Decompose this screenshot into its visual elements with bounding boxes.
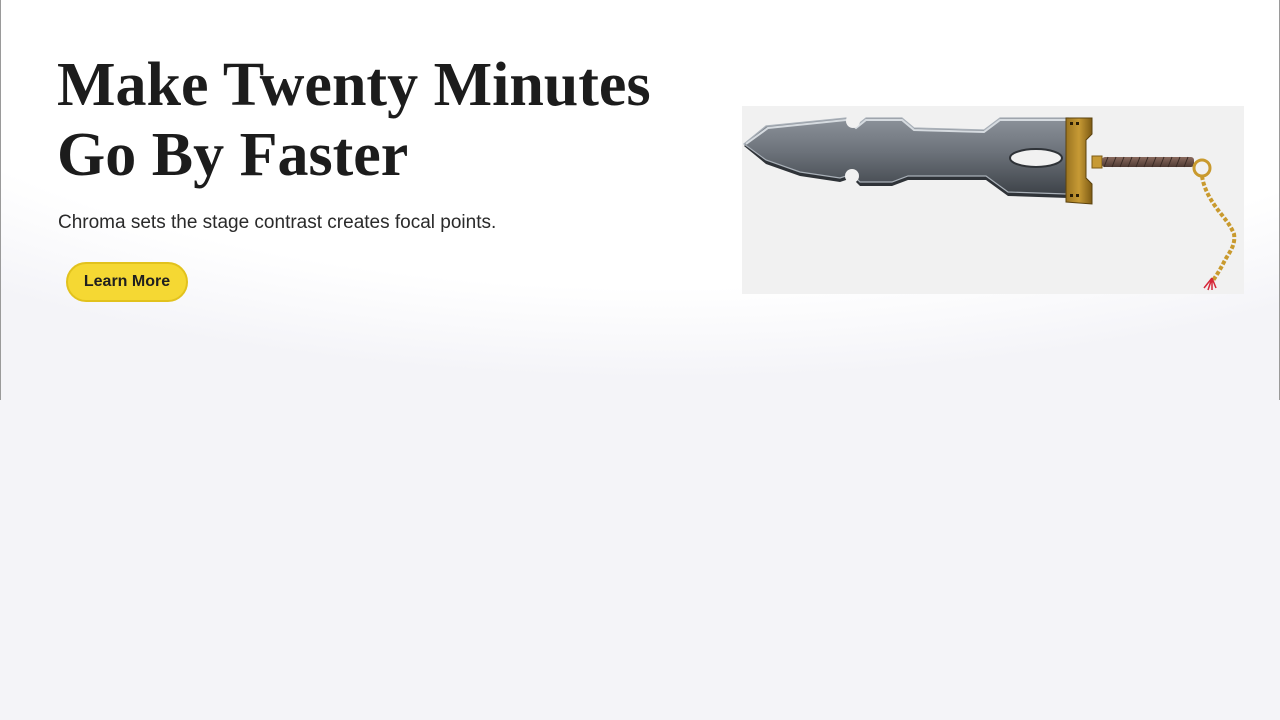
hero-headline: Make Twenty Minutes Go By Faster (57, 51, 651, 189)
learn-more-button[interactable]: Learn More (66, 262, 188, 302)
product-image (742, 106, 1244, 294)
hero-subtitle: Chroma sets the stage contrast creates f… (58, 212, 497, 233)
sword-illustration-icon (743, 114, 1237, 291)
hero-section: Make Twenty Minutes Go By Faster Chroma … (0, 0, 1280, 400)
